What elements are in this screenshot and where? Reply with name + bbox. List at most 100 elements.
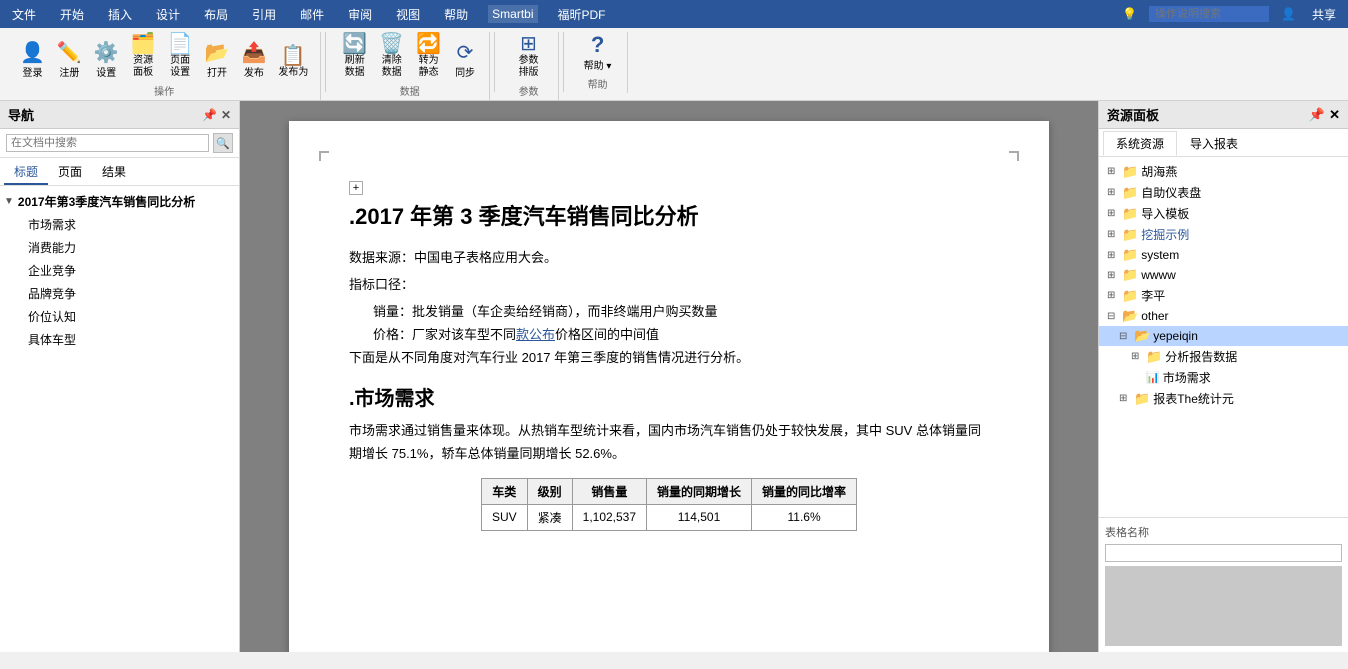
ribbon-group-data: 🔄 刷新数据 🗑️ 清除数据 🔁 转为静态 ⟳ 同步 数据 [330, 32, 490, 100]
doc-section-market: .市场需求 [349, 382, 989, 411]
nav-tree-item-brand[interactable]: 品牌竞争 [0, 282, 239, 305]
res-item-dashboard[interactable]: ⊞ 📁 自助仪表盘 [1099, 182, 1348, 203]
search-icon: 💡 [1118, 5, 1141, 23]
menu-home[interactable]: 开始 [56, 4, 88, 25]
res-expand-icon: ⊟ [1107, 311, 1119, 322]
corner-tr [1009, 151, 1019, 161]
menu-review[interactable]: 审阅 [344, 4, 376, 25]
table-cell-yoy-rate: 11.6% [752, 504, 857, 530]
menu-bar: 文件 开始 插入 设计 布局 引用 邮件 审阅 视图 帮助 Smartbi 福昕… [0, 0, 1348, 28]
login-button[interactable]: 👤 登录 [16, 41, 49, 81]
table-header-yoy-increase: 销量的同期增长 [647, 478, 752, 504]
nav-search-input[interactable] [6, 134, 209, 152]
share-button[interactable]: 共享 [1308, 4, 1340, 25]
nav-search-button[interactable]: 🔍 [213, 133, 233, 153]
nav-pin-icon[interactable]: 📌 [202, 108, 217, 122]
sync-icon: ⟳ [457, 43, 474, 63]
table-cell-sales: 1,102,537 [572, 504, 646, 530]
table-row: SUV 紧凑 1,102,537 114,501 11.6% [481, 504, 856, 530]
res-folder-icon: 📁 [1146, 349, 1162, 365]
doc-description: 下面是从不同角度对汽车行业 2017 年第三季度的销售情况进行分析。 [349, 347, 989, 366]
refresh-data-button[interactable]: 🔄 刷新数据 [338, 32, 371, 81]
sync-button[interactable]: ⟳ 同步 [449, 41, 481, 81]
param-icon: ⊞ [520, 34, 537, 54]
nav-tree-item-model[interactable]: 具体车型 [0, 328, 239, 351]
operation-search-input[interactable] [1149, 6, 1269, 22]
doc-table: 车类 级别 销售量 销量的同期增长 销量的同比增率 SUV 紧凑 1,102,5… [481, 478, 857, 531]
res-item-import-template[interactable]: ⊞ 📁 导入模板 [1099, 203, 1348, 224]
res-folder-icon: 📁 [1122, 185, 1138, 201]
nav-close-icon[interactable]: ✕ [221, 108, 231, 122]
res-folder-icon: 📂 [1122, 308, 1138, 324]
nav-tab-title[interactable]: 标题 [4, 160, 48, 185]
ribbon-separator-1 [325, 32, 326, 92]
param-layout-button[interactable]: ⊞ 参数排版 [513, 32, 545, 81]
help-button[interactable]: ? 帮助 ▾ [580, 32, 616, 74]
table-header-sales: 销售量 [572, 478, 646, 504]
ribbon-separator-3 [563, 32, 564, 92]
page-setup-button[interactable]: 📄 页面设置 [164, 32, 197, 81]
table-header-level: 级别 [527, 478, 572, 504]
convert-static-button[interactable]: 🔁 转为静态 [412, 32, 445, 81]
ribbon-separator-2 [494, 32, 495, 92]
menu-foxitpdf[interactable]: 福昕PDF [554, 4, 610, 25]
res-item-mining[interactable]: ⊞ 📁 挖掘示例 [1099, 224, 1348, 245]
res-item-market-demand[interactable]: 📊 市场需求 [1099, 367, 1348, 388]
res-folder-icon: 📁 [1122, 247, 1138, 263]
publish-as-button[interactable]: 📋 发布为 [274, 44, 312, 81]
menu-design[interactable]: 设计 [152, 4, 184, 25]
doc-indicator-2: 价格：厂家对该车型不同款公布价格区间的中间值 [349, 324, 989, 343]
nav-tab-result[interactable]: 结果 [92, 160, 136, 185]
resource-tab-system[interactable]: 系统资源 [1103, 131, 1177, 156]
register-icon: ✏️ [57, 43, 82, 63]
resource-preview [1105, 566, 1342, 646]
res-item-yepeiqin[interactable]: ⊟ 📂 yepeiqin [1099, 326, 1348, 346]
menu-help[interactable]: 帮助 [440, 4, 472, 25]
menu-layout[interactable]: 布局 [200, 4, 232, 25]
nav-tree-item-price[interactable]: 价位认知 [0, 305, 239, 328]
table-name-input[interactable] [1105, 544, 1342, 562]
res-item-wwww[interactable]: ⊞ 📁 wwww [1099, 265, 1348, 285]
menu-file[interactable]: 文件 [8, 4, 40, 25]
resource-tree: ⊞ 📁 胡海燕 ⊞ 📁 自助仪表盘 ⊞ 📁 导入模板 ⊞ 📁 挖掘示例 ⊞ [1099, 157, 1348, 517]
resource-tab-import[interactable]: 导入报表 [1177, 131, 1251, 156]
res-item-system[interactable]: ⊞ 📁 system [1099, 245, 1348, 265]
doc-title: .2017 年第 3 季度汽车销售同比分析 [349, 199, 989, 231]
price-link[interactable]: 款公布 [516, 327, 555, 342]
clear-icon: 🗑️ [379, 34, 404, 54]
menu-view[interactable]: 视图 [392, 4, 424, 25]
publish-button[interactable]: 📤 发布 [237, 41, 270, 81]
res-item-huhaiyan[interactable]: ⊞ 📁 胡海燕 [1099, 161, 1348, 182]
nav-tree-item-consume[interactable]: 消费能力 [0, 236, 239, 259]
nav-title: 导航 [8, 105, 34, 124]
menu-reference[interactable]: 引用 [248, 4, 280, 25]
register-button[interactable]: ✏️ 注册 [53, 41, 86, 81]
ribbon-group-help: ? 帮助 ▾ 帮助 [568, 32, 628, 93]
resource-pin-icon[interactable]: 📌 [1309, 107, 1325, 123]
resource-close-icon[interactable]: ✕ [1329, 107, 1340, 123]
doc-area[interactable]: + .2017 年第 3 季度汽车销售同比分析 数据来源：中国电子表格应用大会。… [240, 101, 1098, 652]
nav-tab-page[interactable]: 页面 [48, 160, 92, 185]
nav-tree-item-market[interactable]: 市场需求 [0, 213, 239, 236]
menu-insert[interactable]: 插入 [104, 4, 136, 25]
res-item-analysis-report[interactable]: ⊞ 📁 分析报告数据 [1099, 346, 1348, 367]
nav-tree-root-item[interactable]: ▼ 2017年第3季度汽车销售同比分析 [0, 190, 239, 213]
convert-icon: 🔁 [416, 34, 441, 54]
res-expand-icon: ⊞ [1107, 166, 1119, 177]
settings-button[interactable]: ⚙️ 设置 [90, 41, 123, 81]
menu-smartbi[interactable]: Smartbi [488, 5, 537, 23]
res-item-liping[interactable]: ⊞ 📁 李平 [1099, 285, 1348, 306]
nav-tree-item-enterprise[interactable]: 企业竞争 [0, 259, 239, 282]
res-expand-icon: ⊞ [1107, 229, 1119, 240]
resource-panel-button[interactable]: 🗂️ 资源面板 [127, 32, 160, 81]
settings-icon: ⚙️ [94, 43, 119, 63]
ribbon-group-operation: 👤 登录 ✏️ 注册 ⚙️ 设置 🗂️ 资源面板 📄 页面设置 [8, 32, 321, 100]
clear-data-button[interactable]: 🗑️ 清除数据 [375, 32, 408, 81]
resource-title: 资源面板 [1107, 105, 1159, 124]
expand-button[interactable]: + [349, 181, 363, 195]
open-button[interactable]: 📂 打开 [201, 41, 234, 81]
res-item-report-stats[interactable]: ⊞ 📁 报表The统计元 [1099, 388, 1348, 409]
res-file-icon: 📊 [1146, 371, 1160, 384]
res-item-other[interactable]: ⊟ 📂 other [1099, 306, 1348, 326]
menu-mail[interactable]: 邮件 [296, 4, 328, 25]
